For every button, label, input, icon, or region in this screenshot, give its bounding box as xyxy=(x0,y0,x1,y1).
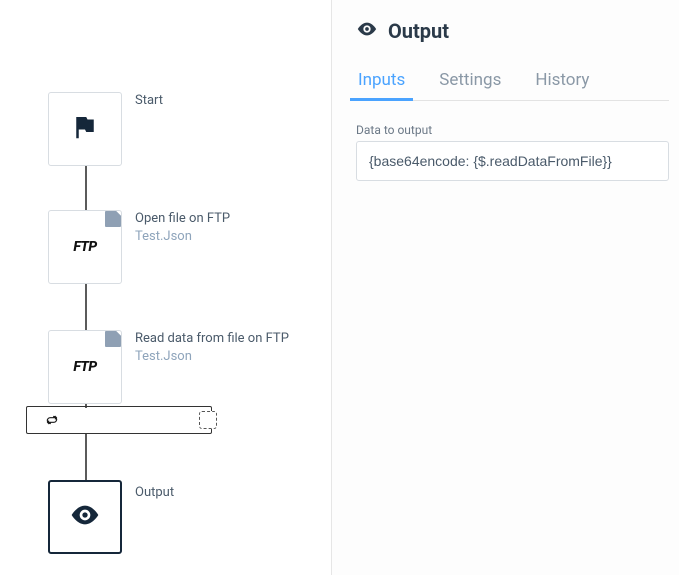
node-label: Start xyxy=(135,92,163,110)
form-group-data-to-output: Data to output xyxy=(356,123,669,181)
field-label: Data to output xyxy=(356,123,669,137)
loop-icon xyxy=(45,413,59,427)
node-label: Open file on FTP Test.Json xyxy=(135,210,230,245)
node-start[interactable] xyxy=(48,92,122,166)
node-open-ftp[interactable]: FTP xyxy=(48,210,122,284)
panel-title: Output xyxy=(388,19,449,43)
node-label: Output xyxy=(135,484,174,502)
tab-history[interactable]: History xyxy=(533,64,591,100)
properties-panel: Output Inputs Settings History Data to o… xyxy=(332,0,679,575)
loop-container[interactable] xyxy=(26,406,212,434)
ftp-icon: FTP xyxy=(73,359,96,375)
workflow-canvas[interactable]: Start FTP Open file on FTP Test.Json FTP… xyxy=(0,0,332,575)
flag-icon xyxy=(70,112,100,146)
eye-icon xyxy=(356,18,378,44)
data-to-output-input[interactable] xyxy=(356,141,669,181)
node-read-ftp[interactable]: FTP xyxy=(48,330,122,404)
panel-title-row: Output xyxy=(356,18,669,44)
connector xyxy=(85,166,87,210)
connector xyxy=(85,434,87,480)
tab-inputs[interactable]: Inputs xyxy=(356,64,407,100)
tab-settings[interactable]: Settings xyxy=(437,64,503,100)
file-badge-icon xyxy=(105,211,121,227)
file-badge-icon xyxy=(105,331,121,347)
ftp-icon: FTP xyxy=(73,239,96,255)
eye-icon xyxy=(69,499,101,535)
node-label: Read data from file on FTP Test.Json xyxy=(135,330,289,365)
node-output[interactable] xyxy=(48,480,122,554)
panel-tabs: Inputs Settings History xyxy=(356,64,669,101)
connector xyxy=(85,284,87,330)
loop-drop-slot[interactable] xyxy=(199,411,217,429)
